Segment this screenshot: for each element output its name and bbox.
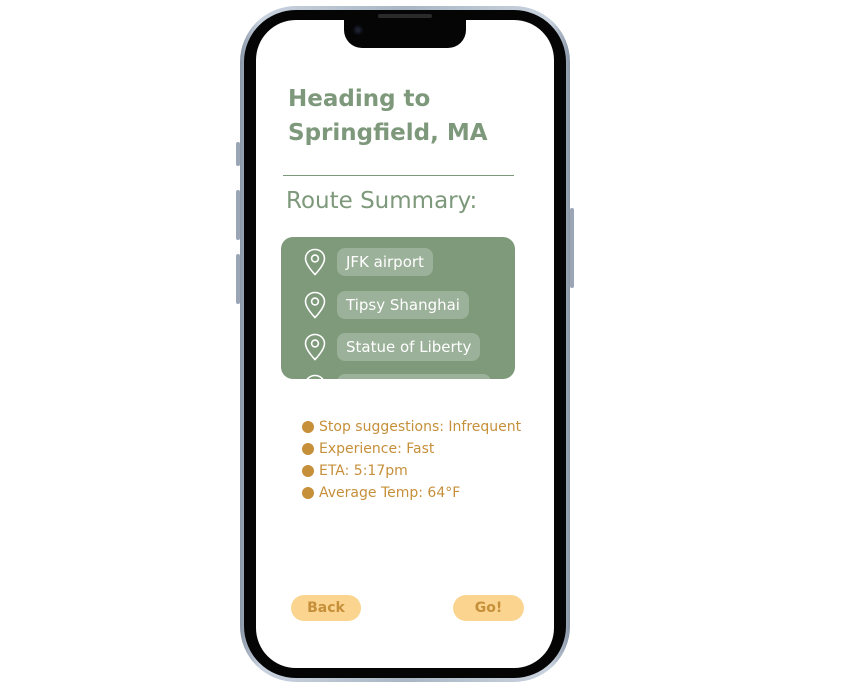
- list-item: ETA: 5:17pm: [302, 460, 522, 482]
- bullet-dot: [302, 421, 314, 433]
- page-title: Heading to Springfield, MA: [288, 86, 488, 146]
- stop-suggestions-text: Stop suggestions: Infrequent: [319, 419, 522, 435]
- route-stop[interactable]: Tipsy Shanghai: [303, 291, 469, 319]
- eta-text: ETA: 5:17pm: [319, 463, 408, 479]
- trip-details-list: Stop suggestions: Infrequent Experience:…: [302, 416, 522, 504]
- map-pin-icon: [304, 291, 326, 319]
- route-stop-label: JFK airport: [337, 248, 433, 276]
- map-pin-icon: [304, 248, 326, 276]
- volume-down-button: [236, 254, 240, 304]
- list-item: Average Temp: 64°F: [302, 482, 522, 504]
- go-button[interactable]: Go!: [453, 595, 524, 621]
- bullet-dot: [302, 443, 314, 455]
- power-button: [570, 208, 574, 288]
- bullet-dot: [302, 487, 314, 499]
- map-pin-icon: [306, 374, 324, 379]
- bullet-dot: [302, 465, 314, 477]
- route-stop[interactable]: Statue of Liberty: [303, 333, 481, 361]
- silent-switch: [236, 142, 240, 166]
- route-stop-label: Tipsy Shanghai: [337, 291, 469, 319]
- stage: Heading to Springfield, MA Route Summary…: [0, 0, 845, 690]
- route-stop-overflow[interactable]: [303, 374, 491, 379]
- average-temp-text: Average Temp: 64°F: [319, 485, 461, 501]
- route-summary-heading: Route Summary:: [286, 188, 478, 214]
- list-item: Experience: Fast: [302, 438, 522, 460]
- route-stop-label: Statue of Liberty: [337, 333, 481, 361]
- list-item: Stop suggestions: Infrequent: [302, 416, 522, 438]
- route-stop-chip-placeholder: [337, 374, 491, 379]
- experience-text: Experience: Fast: [319, 441, 435, 457]
- route-stop[interactable]: JFK airport: [303, 248, 433, 276]
- volume-up-button: [236, 190, 240, 240]
- back-button[interactable]: Back: [291, 595, 361, 621]
- speaker-grille: [378, 14, 432, 18]
- title-divider: [283, 175, 514, 176]
- route-stops-list[interactable]: JFK airport Tipsy Shanghai Statue of Lib…: [281, 237, 515, 379]
- camera-icon: [353, 25, 363, 35]
- map-pin-icon: [304, 333, 326, 361]
